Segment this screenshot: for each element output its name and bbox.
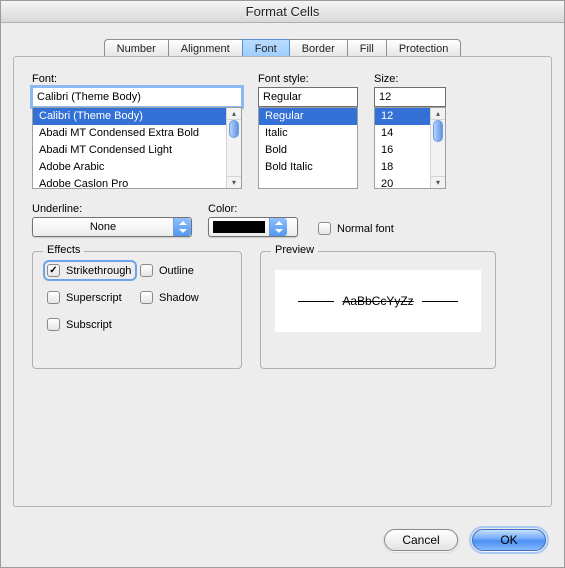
font-scrollbar[interactable]: ▴ ▾ [226,108,241,188]
checkbox-icon [318,222,331,235]
font-listbox[interactable]: Calibri (Theme Body) Abadi MT Condensed … [32,107,242,189]
ok-button[interactable]: OK [472,529,546,551]
ok-button-label: OK [500,533,517,547]
font-style-label: Font style: [258,73,358,85]
size-scrollbar[interactable]: ▴ ▾ [430,108,445,188]
preview-fieldset: Preview AaBbCcYyZz [260,251,496,369]
col-font-style: Font style: Regular Italic Bold Bold Ita… [258,73,358,189]
list-item[interactable]: Bold Italic [259,159,357,176]
preview-rule [422,301,458,302]
normal-font-container: Normal font [318,222,394,237]
size-listbox[interactable]: 12 14 16 18 20 ▴ ▾ [374,107,446,189]
underline-popup[interactable]: None [32,217,192,237]
scroll-up-icon[interactable]: ▴ [431,108,445,120]
list-item[interactable]: Bold [259,142,357,159]
list-item[interactable]: Regular [259,108,357,125]
list-item[interactable]: Italic [259,125,357,142]
outline-checkbox[interactable]: Outline [140,264,227,277]
col-font: Font: Calibri (Theme Body) Abadi MT Cond… [32,73,242,189]
scroll-down-icon[interactable]: ▾ [431,176,445,188]
scroll-up-icon[interactable]: ▴ [227,108,241,120]
preview-area: AaBbCcYyZz [275,270,481,332]
list-item[interactable]: Adobe Arabic [33,159,241,176]
list-item[interactable]: Adobe Caslon Pro [33,176,241,189]
size-label: Size: [374,73,446,85]
preview-text: AaBbCcYyZz [342,294,413,308]
font-panel: Font: Calibri (Theme Body) Abadi MT Cond… [13,56,552,507]
normal-font-checkbox[interactable]: Normal font [318,222,394,235]
color-swatch [213,221,265,233]
shadow-checkbox[interactable]: Shadow [140,291,227,304]
color-popup[interactable] [208,217,298,237]
outline-label: Outline [159,265,194,277]
effects-legend: Effects [43,244,84,256]
superscript-checkbox[interactable]: Superscript [47,291,134,304]
underline-value: None [33,221,173,233]
subscript-checkbox[interactable]: Subscript [47,318,134,331]
checkbox-icon [47,318,60,331]
chevron-updown-icon [173,218,191,236]
font-label: Font: [32,73,242,85]
font-style-listbox[interactable]: Regular Italic Bold Bold Italic [258,107,358,189]
shadow-label: Shadow [159,292,199,304]
color-label: Color: [208,203,298,215]
row-underline-color: Underline: None Color: Normal font [32,203,533,237]
col-underline: Underline: None [32,203,192,237]
chevron-updown-icon [269,218,287,236]
checkbox-icon [140,291,153,304]
col-color: Color: [208,203,298,237]
normal-font-label: Normal font [337,223,394,235]
strikethrough-label: Strikethrough [66,265,131,277]
checkbox-icon [47,291,60,304]
preview-legend: Preview [271,244,318,256]
underline-label: Underline: [32,203,192,215]
list-item[interactable]: Calibri (Theme Body) [33,108,241,125]
font-style-input[interactable] [258,87,358,107]
font-input[interactable] [32,87,242,107]
list-item[interactable]: Abadi MT Condensed Extra Bold [33,125,241,142]
subscript-label: Subscript [66,319,112,331]
cancel-button[interactable]: Cancel [384,529,458,551]
size-input[interactable] [374,87,446,107]
scrollbar-thumb[interactable] [229,120,239,138]
checkbox-icon [47,264,60,277]
superscript-label: Superscript [66,292,122,304]
format-cells-dialog: Format Cells Number Alignment Font Borde… [0,0,565,568]
row-font-top: Font: Calibri (Theme Body) Abadi MT Cond… [32,73,533,189]
col-size: Size: 12 14 16 18 20 ▴ ▾ [374,73,446,189]
preview-rule [298,301,334,302]
effects-grid: Strikethrough Outline Superscript Shadow [47,264,227,331]
row-effects-preview: Effects Strikethrough Outline Superscrip… [32,251,533,369]
dialog-buttons: Cancel OK [384,529,546,551]
title-bar: Format Cells [1,1,564,23]
scrollbar-thumb[interactable] [433,120,443,142]
list-item[interactable]: Abadi MT Condensed Light [33,142,241,159]
effects-fieldset: Effects Strikethrough Outline Superscrip… [32,251,242,369]
strikethrough-checkbox[interactable]: Strikethrough [47,264,133,277]
window-title: Format Cells [246,4,320,19]
cancel-button-label: Cancel [402,533,439,547]
checkbox-icon [140,264,153,277]
scroll-down-icon[interactable]: ▾ [227,176,241,188]
